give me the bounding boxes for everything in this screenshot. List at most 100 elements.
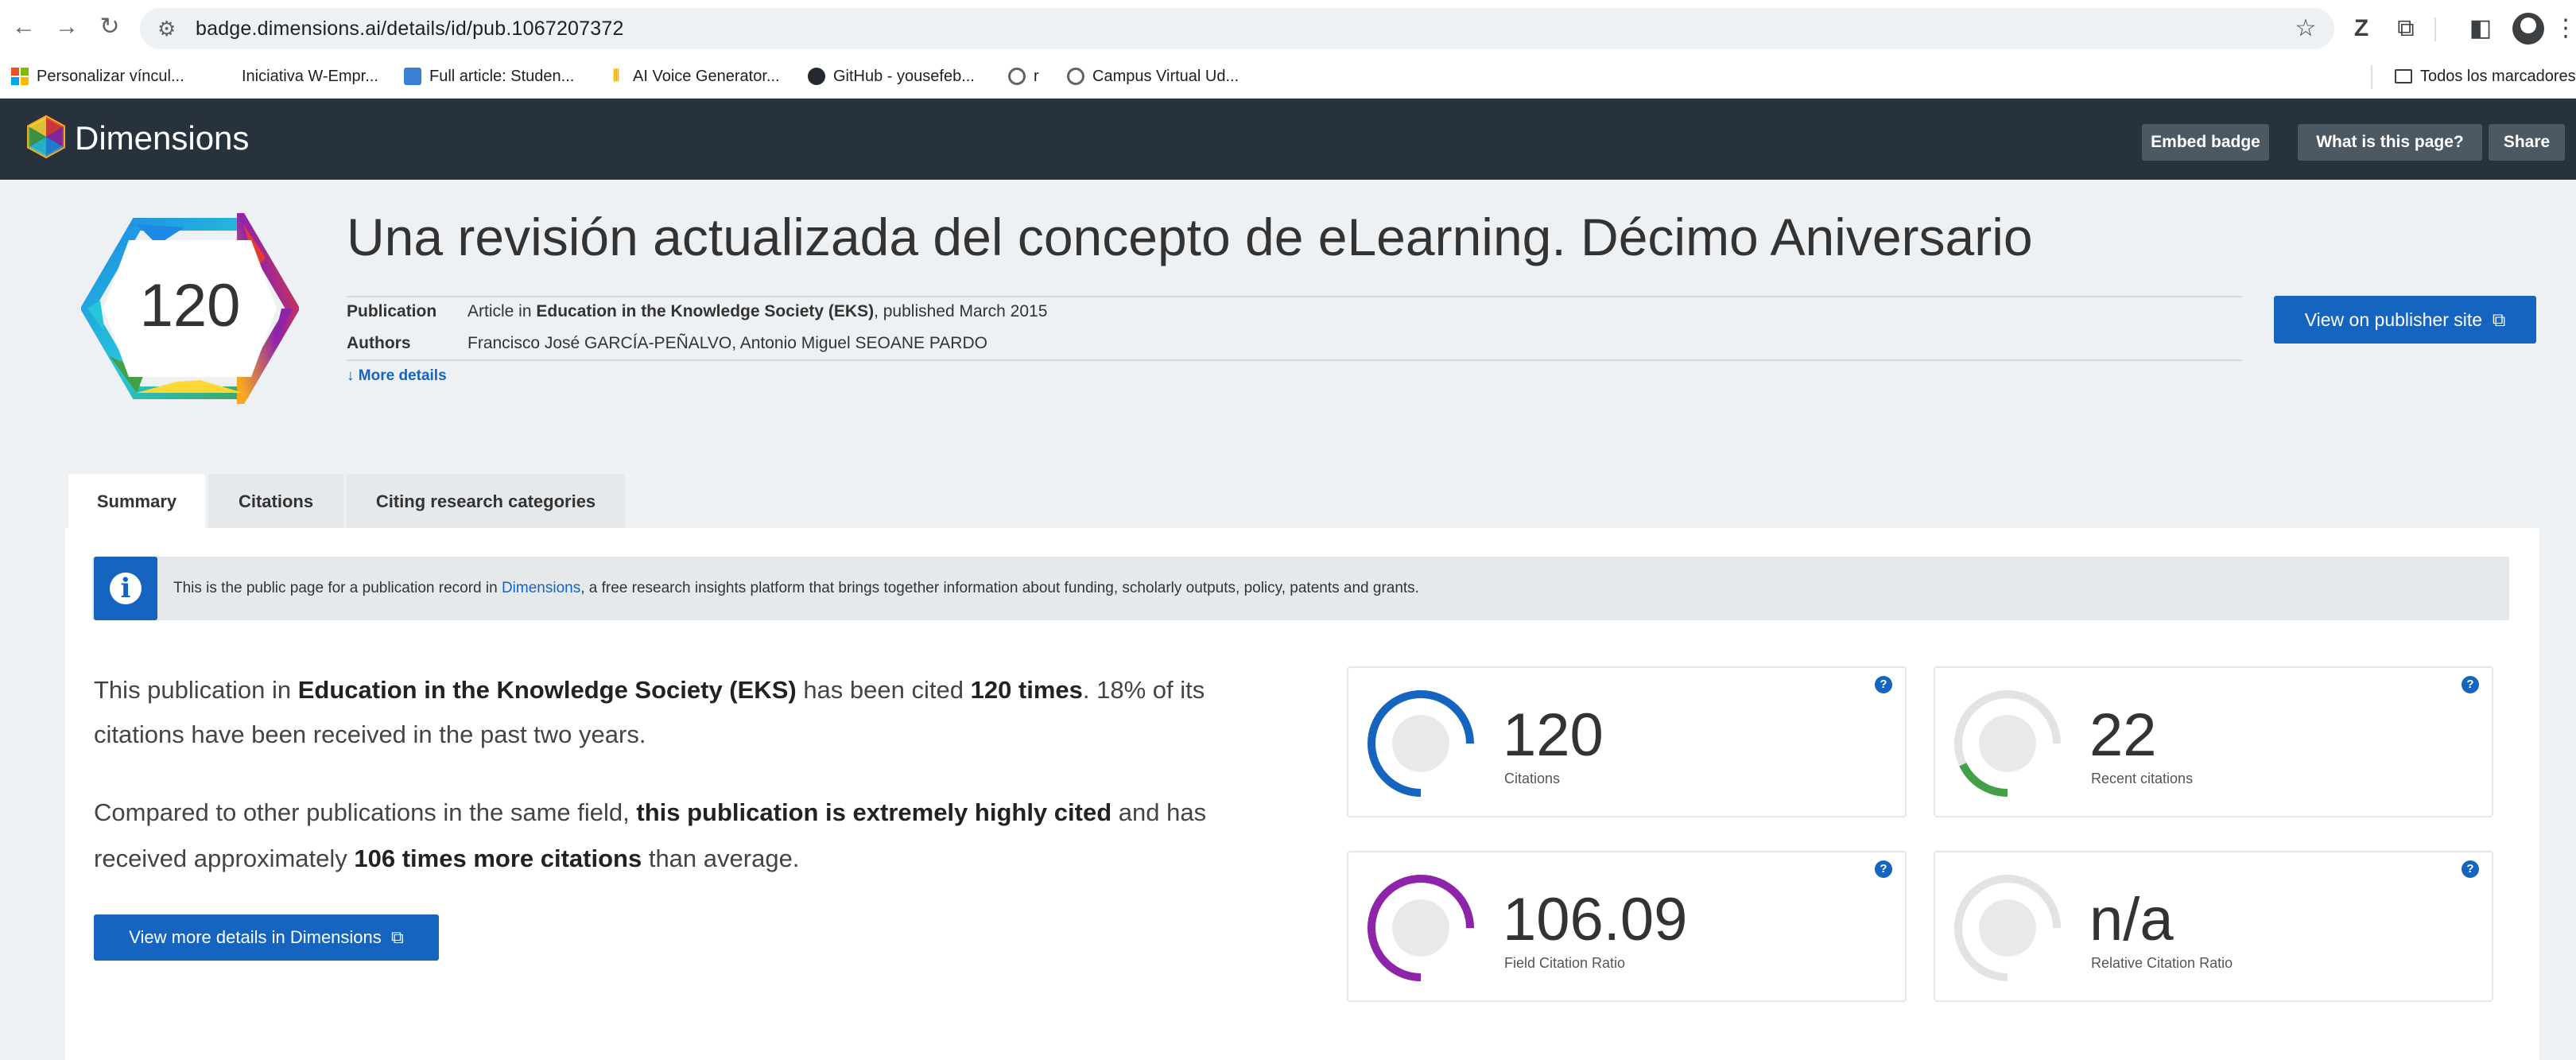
summary-paragraph-2-line-2: received approximately 106 times more ci… xyxy=(94,835,799,883)
summary-journal: Education in the Knowledge Society (EKS) xyxy=(297,676,797,704)
summary-text: and has xyxy=(1111,798,1207,826)
reload-icon[interactable]: ↻ xyxy=(94,11,126,43)
more-button-label: View more details in Dimensions xyxy=(129,927,382,947)
external-link-icon: ⧉ xyxy=(2487,309,2506,330)
metric-label: Field Citation Ratio xyxy=(1504,955,1626,971)
field-citation-ratio-gauge-icon xyxy=(1368,875,1474,981)
back-arrow-icon[interactable]: ← xyxy=(8,11,40,43)
bookmark-label: Personalizar víncul... xyxy=(37,67,184,85)
more-details-link[interactable]: ↓ More details xyxy=(347,363,447,390)
metric-card-relative-citation-ratio[interactable]: n/a Relative Citation Ratio ? xyxy=(1934,851,2493,1002)
relative-citation-ratio-gauge-icon xyxy=(1954,875,2061,981)
bookmark-label: Full article: Studen... xyxy=(429,67,575,85)
metric-card-field-citation-ratio[interactable]: 106.09 Field Citation Ratio ? xyxy=(1347,851,1907,1002)
extensions-puzzle-icon[interactable]: ⧉ xyxy=(2390,11,2422,46)
summary-text: Compared to other publications in the sa… xyxy=(94,798,637,826)
dimensions-header: Dimensions Embed badge What is this page… xyxy=(0,99,2576,180)
summary-highlight: this publication is extremely highly cit… xyxy=(636,798,1112,826)
url-text[interactable]: badge.dimensions.ai/details/id/pub.10672… xyxy=(196,11,624,46)
site-settings-icon[interactable]: ⚙ xyxy=(157,11,176,46)
bookmark-item[interactable]: ⦀ AI Voice Generator... xyxy=(607,62,780,91)
metric-card-citations[interactable]: 120 Citations ? xyxy=(1347,666,1907,817)
bookmark-label: Iniciativa W-Empr... xyxy=(242,67,378,85)
publication-title: Una revisión actualizada del concepto de… xyxy=(347,208,2033,266)
summary-text: . 18% of its xyxy=(1082,676,1205,704)
embed-badge-button[interactable]: Embed badge xyxy=(2142,124,2269,161)
recent-citations-gauge-icon xyxy=(1954,690,2061,797)
publication-prefix: Article in xyxy=(467,302,537,320)
gauge-center xyxy=(1392,899,1449,957)
extension-z-icon[interactable]: Z xyxy=(2345,11,2377,46)
what-is-this-page-button[interactable]: What is this page? xyxy=(2298,124,2482,161)
menu-kebab-icon[interactable]: ⋮ xyxy=(2554,11,2576,46)
publication-date: , published March 2015 xyxy=(874,302,1048,320)
info-text-end: , a free research insights platform that… xyxy=(580,580,1419,596)
dimensions-link[interactable]: Dimensions xyxy=(502,580,580,596)
folder-icon xyxy=(2395,69,2412,83)
summary-paragraph-2: Compared to other publications in the sa… xyxy=(94,789,1206,837)
all-bookmarks-label: Todos los marcadores xyxy=(2420,67,2576,85)
view-on-publisher-button[interactable]: View on publisher site ⧉ xyxy=(2274,296,2536,344)
summary-citation-count: 120 times xyxy=(970,676,1083,704)
side-panel-icon[interactable]: ◧ xyxy=(2465,11,2496,46)
arrow-down-icon: ↓ xyxy=(347,367,359,384)
gauge-center xyxy=(1392,715,1449,772)
summary-text: This publication in xyxy=(94,676,298,704)
authors-meta-row: Authors Francisco José GARCÍA-PEÑALVO, An… xyxy=(347,329,987,358)
metric-label: Relative Citation Ratio xyxy=(2091,955,2233,971)
bookmark-item[interactable]: Iniciativa W-Empr... xyxy=(242,62,378,91)
meta-divider xyxy=(347,359,2242,361)
share-button[interactable]: Share xyxy=(2489,124,2565,161)
bookmark-item[interactable]: Full article: Studen... xyxy=(404,62,574,91)
forward-arrow-icon[interactable]: → xyxy=(51,11,83,43)
metric-card-recent-citations[interactable]: 22 Recent citations ? xyxy=(1934,666,2493,817)
bookmark-label: Campus Virtual Ud... xyxy=(1092,67,1240,85)
bookmarks-bar: Personalizar víncul... Iniciativa W-Empr… xyxy=(0,56,2576,99)
brand-name[interactable]: Dimensions xyxy=(75,116,249,161)
external-link-icon: ⧉ xyxy=(386,927,404,947)
authors-label: Authors xyxy=(347,334,411,352)
info-text: This is the public page for a publicatio… xyxy=(173,557,1419,620)
tab-citations[interactable]: Citations xyxy=(208,474,343,530)
bookmark-item[interactable]: Campus Virtual Ud... xyxy=(1067,62,1239,91)
help-question-icon[interactable]: ? xyxy=(2462,676,2479,693)
bookmark-label: r xyxy=(1034,67,1039,85)
all-bookmarks-folder[interactable]: Todos los marcadores xyxy=(2395,62,2576,91)
summary-text: received approximately xyxy=(94,845,355,872)
tab-summary[interactable]: Summary xyxy=(68,474,205,530)
bookmark-item[interactable]: GitHub - yousefeb... xyxy=(808,62,975,91)
browser-toolbar: ← → ↻ ⚙ badge.dimensions.ai/details/id/p… xyxy=(0,0,2576,56)
summary-text: has been cited xyxy=(796,676,971,704)
bookmark-item[interactable]: Personalizar víncul... xyxy=(11,62,184,91)
help-question-icon[interactable]: ? xyxy=(1875,860,1892,878)
help-question-icon[interactable]: ? xyxy=(2462,860,2479,878)
bookmarks-divider xyxy=(2371,65,2372,89)
bookmark-label: GitHub - yousefeb... xyxy=(833,67,975,85)
metric-label: Recent citations xyxy=(2091,771,2194,786)
toolbar-divider xyxy=(2434,17,2436,41)
journal-name: Education in the Knowledge Society (EKS) xyxy=(536,302,875,320)
dimensions-logo-icon[interactable] xyxy=(24,115,68,159)
publisher-button-label: View on publisher site xyxy=(2304,309,2483,330)
tab-citing-research-categories[interactable]: Citing research categories xyxy=(347,474,625,530)
summary-highlight: 106 times more citations xyxy=(354,845,642,872)
globe-icon xyxy=(1008,68,1026,85)
metric-value: 22 xyxy=(2089,701,2157,769)
authors-list: Francisco José GARCÍA-PEÑALVO, Antonio M… xyxy=(467,334,987,352)
help-question-icon[interactable]: ? xyxy=(1875,676,1892,693)
profile-avatar[interactable] xyxy=(2512,13,2544,45)
view-more-details-button[interactable]: View more details in Dimensions ⧉ xyxy=(94,914,439,961)
microsoft-logo-icon xyxy=(11,68,29,85)
voice-bars-icon: ⦀ xyxy=(612,68,620,85)
metric-value: 106.09 xyxy=(1503,886,1688,953)
info-glyph: i xyxy=(120,573,131,604)
summary-text: than average. xyxy=(642,845,800,872)
star-bookmark-icon[interactable]: ☆ xyxy=(2290,11,2322,46)
info-text-start: This is the public page for a publicatio… xyxy=(173,580,502,596)
metric-value: n/a xyxy=(2089,886,2174,953)
bookmark-item[interactable]: r xyxy=(1008,62,1039,91)
badge-citation-count: 120 xyxy=(139,272,241,340)
gauge-center xyxy=(1979,899,2036,957)
article-favicon-icon xyxy=(404,68,421,85)
metric-value: 120 xyxy=(1503,701,1604,769)
